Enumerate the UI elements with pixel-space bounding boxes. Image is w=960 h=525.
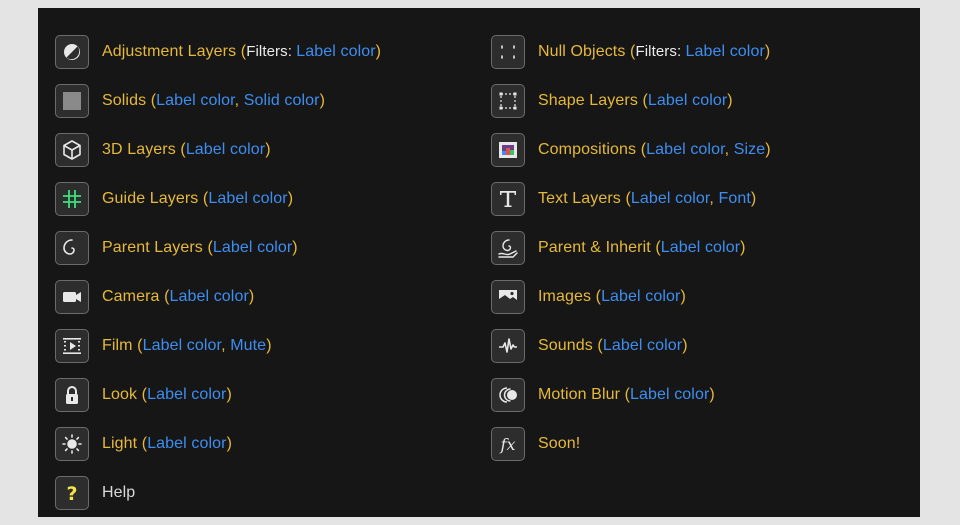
row-3d-layers[interactable]: 3D Layers (Label color) <box>55 125 381 174</box>
fx-icon: fx <box>491 426 525 461</box>
row-compositions[interactable]: Compositions (Label color, Size) <box>491 125 771 174</box>
option-label-color[interactable]: Label color <box>648 92 727 109</box>
row-label: Guide Layers <box>102 189 199 207</box>
camera-icon <box>55 279 89 314</box>
row-soon[interactable]: fx Soon! <box>491 419 771 468</box>
film-icon <box>55 328 89 363</box>
row-camera[interactable]: Camera (Label color) <box>55 272 381 321</box>
motion-blur-icon <box>491 377 525 412</box>
row-prefix: Filters: <box>635 42 686 60</box>
left-column: Adjustment Layers (Filters: Label color)… <box>55 27 381 517</box>
null-icon <box>491 34 525 69</box>
row-help[interactable]: ? Help <box>55 468 381 517</box>
sun-icon <box>55 426 89 461</box>
cube-icon <box>55 132 89 167</box>
option-label-color[interactable]: Label color <box>213 239 292 256</box>
row-images[interactable]: Images (Label color) <box>491 272 771 321</box>
lock-icon <box>55 377 89 412</box>
svg-text:?: ? <box>66 483 77 504</box>
text-icon <box>491 181 525 216</box>
row-guide-layers[interactable]: Guide Layers (Label color) <box>55 174 381 223</box>
help-label: Help <box>102 483 136 501</box>
option-label-color[interactable]: Label color <box>296 43 375 60</box>
option-solid-color[interactable]: Solid color <box>244 92 320 109</box>
row-label: Text Layers <box>538 189 621 207</box>
option-mute[interactable]: Mute <box>230 337 266 354</box>
option-size[interactable]: Size <box>734 141 766 158</box>
solid-icon <box>55 83 89 118</box>
right-column: Null Objects (Filters: Label color) Shap… <box>491 27 771 468</box>
row-parent-layers[interactable]: Parent Layers (Label color) <box>55 223 381 272</box>
option-label-color[interactable]: Label color <box>147 435 226 452</box>
row-text-layers[interactable]: Text Layers (Label color, Font) <box>491 174 771 223</box>
shape-icon <box>491 83 525 118</box>
option-label-color[interactable]: Label color <box>631 190 710 207</box>
row-label: Shape Layers <box>538 91 638 109</box>
row-sounds[interactable]: Sounds (Label color) <box>491 321 771 370</box>
row-parent-inherit[interactable]: Parent & Inherit (Label color) <box>491 223 771 272</box>
option-label-color[interactable]: Label color <box>156 92 235 109</box>
adjustment-icon <box>55 34 89 69</box>
row-label: 3D Layers <box>102 140 176 158</box>
option-label-color[interactable]: Label color <box>170 288 249 305</box>
row-shape-layers[interactable]: Shape Layers (Label color) <box>491 76 771 125</box>
row-label: Soon! <box>538 434 581 452</box>
option-label-color[interactable]: Label color <box>661 239 740 256</box>
row-film[interactable]: Film (Label color, Mute) <box>55 321 381 370</box>
option-font[interactable]: Font <box>719 190 751 207</box>
row-prefix: Filters: <box>246 42 297 60</box>
row-motion-blur[interactable]: Motion Blur (Label color) <box>491 370 771 419</box>
option-label-color[interactable]: Label color <box>630 386 709 403</box>
row-solids[interactable]: Solids (Label color, Solid color) <box>55 76 381 125</box>
row-label: Adjustment Layers <box>102 42 237 60</box>
option-label-color[interactable]: Label color <box>601 288 680 305</box>
composition-icon <box>491 132 525 167</box>
row-label: Sounds <box>538 336 593 354</box>
row-label: Film <box>102 336 133 354</box>
row-label: Motion Blur <box>538 385 621 403</box>
row-label: Images <box>538 287 592 305</box>
option-label-color[interactable]: Label color <box>147 386 226 403</box>
layer-filter-panel: Adjustment Layers (Filters: Label color)… <box>38 8 920 517</box>
option-label-color[interactable]: Label color <box>186 141 265 158</box>
waveform-icon <box>491 328 525 363</box>
option-label-color[interactable]: Label color <box>603 337 682 354</box>
svg-text:fx: fx <box>500 435 516 454</box>
row-null-objects[interactable]: Null Objects (Filters: Label color) <box>491 27 771 76</box>
option-label-color[interactable]: Label color <box>143 337 222 354</box>
parent-inherit-icon <box>491 230 525 265</box>
row-label: Camera <box>102 287 160 305</box>
option-label-color[interactable]: Label color <box>646 141 725 158</box>
row-label: Solids <box>102 91 147 109</box>
image-icon <box>491 279 525 314</box>
row-label: Parent Layers <box>102 238 203 256</box>
row-label: Parent & Inherit <box>538 238 651 256</box>
row-label: Light <box>102 434 138 452</box>
row-label: Look <box>102 385 138 403</box>
question-icon: ? <box>55 475 89 510</box>
option-label-color[interactable]: Label color <box>208 190 287 207</box>
row-light[interactable]: Light (Label color) <box>55 419 381 468</box>
grid-icon <box>55 181 89 216</box>
spiral-icon <box>55 230 89 265</box>
row-label: Compositions <box>538 140 637 158</box>
row-look[interactable]: Look (Label color) <box>55 370 381 419</box>
option-label-color[interactable]: Label color <box>686 43 765 60</box>
row-label: Null Objects <box>538 42 626 60</box>
row-adjustment-layers[interactable]: Adjustment Layers (Filters: Label color) <box>55 27 381 76</box>
